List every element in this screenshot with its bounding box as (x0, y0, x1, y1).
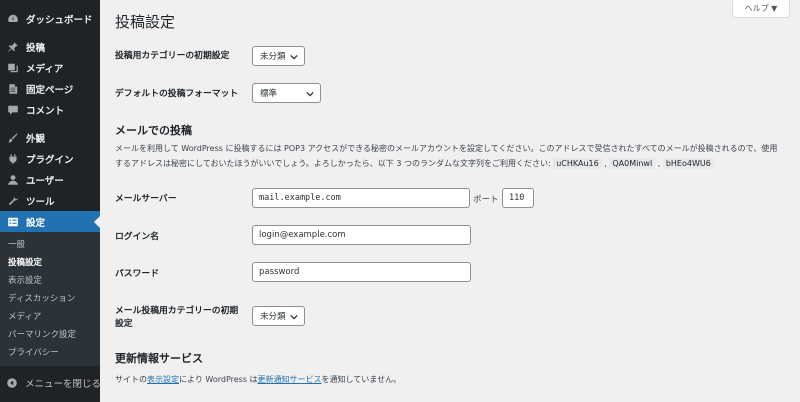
mail-server-label: メールサーバー (115, 194, 177, 204)
default-category-label: 投稿用カテゴリーの初期設定 (115, 51, 230, 61)
sidebar-item-comments[interactable]: コメント (0, 99, 100, 120)
login-label: ログイン名 (115, 232, 159, 242)
sidebar-item-pages[interactable]: 固定ページ (0, 78, 100, 99)
submenu-item-reading[interactable]: 表示設定 (0, 272, 100, 290)
settings-icon (6, 215, 19, 228)
default-category-select[interactable]: 未分類 (252, 46, 305, 66)
update-services-link[interactable]: 更新通知サービス (258, 375, 322, 384)
default-format-value: 標準 (260, 89, 278, 99)
mail-server-input[interactable]: mail.example.com (252, 188, 470, 208)
update-desc-pre: サイトの (115, 375, 147, 384)
port-input[interactable]: 110 (502, 188, 534, 208)
mail-desc-line2: するアドレスは秘密にしておいたほうがいいでしょう。よろしかったら、以下 3 つの… (115, 156, 795, 171)
sidebar-item-appearance[interactable]: 外観 (0, 127, 100, 148)
submenu-item-writing[interactable]: 投稿設定 (0, 254, 100, 272)
mail-section-description: メールを利用して WordPress に投稿するには POP3 アクセスができる… (115, 141, 795, 171)
dashboard-icon (6, 12, 19, 25)
sidebar-item-media[interactable]: メディア (0, 57, 100, 78)
default-category-value: 未分類 (260, 52, 286, 62)
chevron-down-icon (290, 314, 298, 320)
page-title: 投稿設定 (115, 13, 176, 31)
update-services-title: 更新情報サービス (115, 352, 203, 365)
pin-icon (6, 40, 19, 53)
separator: , (657, 159, 661, 168)
default-format-select[interactable]: 標準 (252, 83, 321, 103)
sidebar-item-label: メディア (26, 63, 64, 75)
mail-category-value: 未分類 (260, 312, 286, 322)
sidebar-item-settings[interactable]: 設定 (0, 211, 100, 232)
mail-desc-line1: メールを利用して WordPress に投稿するには POP3 アクセスができる… (115, 144, 778, 153)
login-input[interactable]: login@example.com (252, 225, 471, 245)
sidebar-item-label: 投稿 (26, 42, 46, 54)
chevron-down-icon (290, 54, 298, 60)
mail-category-select[interactable]: 未分類 (252, 306, 305, 326)
mail-category-label: メール投稿用カテゴリーの初期 設定 (115, 305, 238, 331)
default-format-label: デフォルトの投稿フォーマット (115, 89, 239, 99)
collapse-menu-label: メニューを閉じる (25, 378, 102, 390)
submenu-item-permalinks[interactable]: パーマリンク設定 (0, 326, 100, 344)
sidebar-item-tools[interactable]: ツール (0, 190, 100, 211)
brush-icon (6, 131, 19, 144)
mail-section-title: メールでの投稿 (115, 124, 192, 137)
mail-category-label-line2: 設定 (115, 319, 133, 329)
wrench-icon (6, 194, 19, 207)
sidebar-item-label: ダッシュボード (26, 14, 93, 26)
password-label: パスワード (115, 269, 159, 279)
sidebar-item-label: プラグイン (26, 154, 74, 166)
sidebar-item-users[interactable]: ユーザー (0, 169, 100, 190)
submenu-item-discussion[interactable]: ディスカッション (0, 290, 100, 308)
collapse-menu-button[interactable]: メニューを閉じる (0, 372, 102, 393)
update-services-description: サイトの表示設定により WordPress は更新通知サービスを通知していません… (115, 372, 795, 387)
sidebar-item-plugins[interactable]: プラグイン (0, 148, 100, 169)
separator: , (604, 159, 607, 168)
port-label: ポート (473, 195, 499, 205)
sidebar-item-label: 外観 (26, 133, 46, 145)
chevron-down-icon (306, 91, 314, 97)
update-desc-mid: により WordPress は (179, 375, 258, 384)
sidebar-item-label: コメント (26, 105, 65, 117)
collapse-arrow-icon (6, 376, 18, 389)
password-input[interactable]: password (252, 262, 471, 282)
page-icon (6, 82, 19, 95)
user-icon (6, 173, 19, 186)
settings-submenu: 一般 投稿設定 表示設定 ディスカッション メディア パーマリンク設定 プライバ… (0, 232, 100, 366)
random-string: bHEo4WU6 (662, 158, 714, 169)
sidebar-item-posts[interactable]: 投稿 (0, 36, 100, 57)
sidebar-item-label: ツール (26, 196, 55, 208)
sidebar-item-label: ユーザー (26, 175, 64, 187)
submenu-item-media[interactable]: メディア (0, 308, 100, 326)
sidebar-item-label: 固定ページ (26, 84, 74, 96)
random-string: QA0Minwl (609, 158, 656, 169)
update-desc-post: を通知していません。 (321, 375, 402, 384)
sidebar-item-dashboard[interactable]: ダッシュボード (0, 8, 100, 29)
reading-settings-link[interactable]: 表示設定 (147, 375, 179, 384)
main-content: ヘルプ ▼ 投稿設定 投稿用カテゴリーの初期設定 未分類 デフォルトの投稿フォー… (100, 0, 800, 402)
comment-icon (6, 103, 19, 116)
random-string: uCHKAu16 (553, 158, 602, 169)
submenu-item-privacy[interactable]: プライバシー (0, 344, 100, 362)
sidebar-item-label: 設定 (26, 217, 46, 229)
submenu-item-general[interactable]: 一般 (0, 236, 100, 254)
mail-category-label-line1: メール投稿用カテゴリーの初期 (115, 306, 239, 316)
media-icon (6, 61, 19, 74)
admin-sidebar: ダッシュボード 投稿 メディア 固定ページ コメント 外観 プラグイン ユーザー… (0, 0, 102, 402)
mail-desc-line2-text: するアドレスは秘密にしておいたほうがいいでしょう。よろしかったら、以下 3 つの… (115, 159, 551, 168)
help-tab-button[interactable]: ヘルプ ▼ (732, 0, 790, 18)
plugin-icon (6, 152, 19, 165)
